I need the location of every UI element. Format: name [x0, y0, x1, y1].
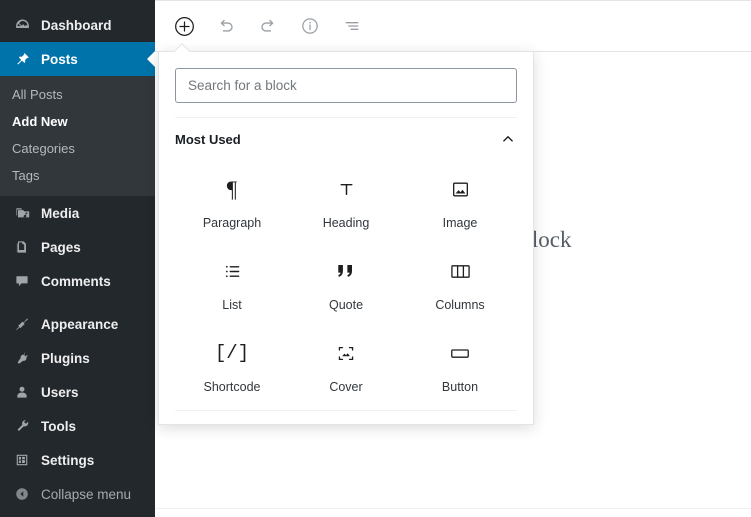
info-circle-icon [300, 16, 320, 36]
block-navigation-button[interactable] [336, 10, 368, 42]
block-item-cover[interactable]: Cover [289, 328, 403, 410]
sidebar-item-label: Media [41, 205, 80, 221]
block-search-container [159, 52, 533, 117]
sidebar-item-label: Pages [41, 239, 81, 255]
block-item-quote[interactable]: Quote [289, 246, 403, 328]
undo-icon [216, 16, 236, 36]
editor-area: hoose a block Most Used ¶ [155, 0, 751, 517]
sidebar-item-settings[interactable]: Settings [0, 443, 155, 477]
block-item-shortcode[interactable]: [/] Shortcode [175, 328, 289, 410]
block-item-button[interactable]: Button [403, 328, 517, 410]
block-item-list[interactable]: List [175, 246, 289, 328]
sidebar-item-label: Appearance [41, 316, 119, 332]
inserter-footer-divider [175, 410, 517, 424]
block-label: Columns [435, 298, 485, 312]
sidebar-item-posts[interactable]: Posts [0, 42, 155, 76]
block-label: Quote [328, 298, 364, 312]
block-label: Shortcode [203, 380, 261, 394]
sidebar-item-pages[interactable]: Pages [0, 230, 155, 264]
sidebar-item-collapse-menu[interactable]: Collapse menu [0, 477, 155, 511]
block-label: Heading [322, 216, 370, 230]
canvas-bottom-divider [155, 508, 751, 509]
block-item-heading[interactable]: Heading [289, 164, 403, 246]
appearance-icon [12, 314, 32, 334]
sidebar-item-plugins[interactable]: Plugins [0, 341, 155, 375]
sidebar-item-users[interactable]: Users [0, 375, 155, 409]
block-label: Paragraph [202, 216, 262, 230]
media-icon [12, 203, 32, 223]
sidebar-item-label: Plugins [41, 350, 90, 366]
block-label: List [222, 298, 242, 312]
tools-icon [12, 416, 32, 436]
chevron-up-icon[interactable] [499, 130, 517, 148]
columns-icon [449, 258, 472, 284]
settings-icon [12, 450, 32, 470]
sidebar-item-label: Settings [41, 452, 95, 468]
submenu-item-categories[interactable]: Categories [0, 135, 155, 162]
heading-icon [336, 176, 357, 202]
block-item-columns[interactable]: Columns [403, 246, 517, 328]
sidebar-item-appearance[interactable]: Appearance [0, 307, 155, 341]
plugin-icon [12, 348, 32, 368]
submenu-item-all-posts[interactable]: All Posts [0, 81, 155, 108]
pages-icon [12, 237, 32, 257]
redo-icon [258, 16, 278, 36]
editor-toolbar [155, 1, 751, 52]
block-inserter-popover: Most Used ¶ Paragraph [158, 51, 534, 425]
block-item-paragraph[interactable]: ¶ Paragraph [175, 164, 289, 246]
sidebar-item-media[interactable]: Media [0, 196, 155, 230]
block-item-image[interactable]: Image [403, 164, 517, 246]
paragraph-icon: ¶ [226, 176, 238, 202]
comment-icon [12, 271, 32, 291]
redo-button[interactable] [252, 10, 284, 42]
posts-submenu: All Posts Add New Categories Tags [0, 76, 155, 196]
dashboard-icon [12, 15, 32, 35]
collapse-icon [12, 484, 32, 504]
image-icon [450, 176, 471, 202]
list-view-icon [342, 16, 362, 36]
add-block-button[interactable] [168, 10, 200, 42]
block-label: Cover [329, 380, 363, 394]
wordpress-admin-screen: Dashboard Posts All Posts Add New Catego… [0, 0, 751, 517]
block-label: Image [442, 216, 478, 230]
shortcode-icon: [/] [214, 341, 250, 364]
most-used-panel-header[interactable]: Most Used [175, 117, 517, 160]
block-search-input[interactable] [175, 68, 517, 103]
sidebar-item-label: Posts [41, 51, 78, 67]
sidebar-item-label: Users [41, 384, 79, 400]
submenu-item-tags[interactable]: Tags [0, 162, 155, 189]
sidebar-item-label: Comments [41, 273, 111, 289]
block-type-grid: ¶ Paragraph Heading Image List Quote Col… [159, 160, 533, 410]
panel-title: Most Used [175, 131, 241, 147]
sidebar-item-comments[interactable]: Comments [0, 264, 155, 298]
sidebar-item-dashboard[interactable]: Dashboard [0, 8, 155, 42]
sidebar-item-label: Collapse menu [41, 486, 132, 502]
block-label: Button [441, 380, 479, 394]
button-icon [448, 340, 472, 366]
pin-icon [12, 49, 32, 69]
submenu-item-add-new[interactable]: Add New [0, 108, 155, 135]
admin-sidebar: Dashboard Posts All Posts Add New Catego… [0, 0, 155, 517]
users-icon [12, 382, 32, 402]
plus-circle-icon [173, 15, 196, 38]
popover-arrow-icon [173, 43, 191, 52]
content-info-button[interactable] [294, 10, 326, 42]
undo-button[interactable] [210, 10, 242, 42]
quote-icon [334, 258, 358, 284]
sidebar-divider [0, 298, 155, 307]
list-icon [222, 258, 243, 284]
cover-icon [335, 340, 357, 366]
sidebar-item-label: Tools [41, 418, 76, 434]
sidebar-item-label: Dashboard [41, 17, 112, 33]
sidebar-item-tools[interactable]: Tools [0, 409, 155, 443]
